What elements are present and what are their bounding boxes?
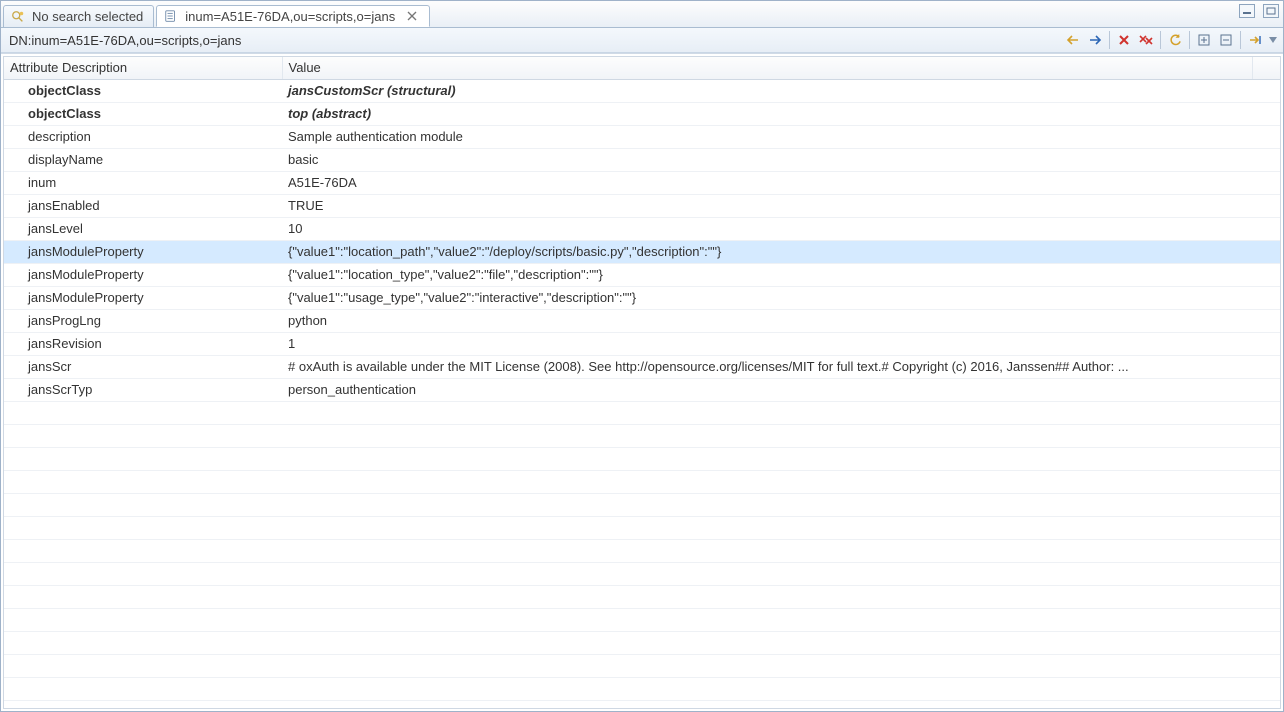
value-cell: A51E-76DA bbox=[282, 171, 1252, 194]
table-row[interactable]: objectClassjansCustomScr (structural) bbox=[4, 79, 1280, 102]
attribute-table[interactable]: Attribute Description Value objectClassj… bbox=[4, 57, 1280, 701]
value-cell: {"value1":"location_type","value2":"file… bbox=[282, 263, 1252, 286]
table-row-empty bbox=[4, 677, 1280, 700]
tabbar-window-controls bbox=[1239, 4, 1279, 18]
table-row[interactable]: displayNamebasic bbox=[4, 148, 1280, 171]
view-menu-button[interactable] bbox=[1267, 30, 1279, 50]
attr-cell: jansModuleProperty bbox=[4, 263, 282, 286]
table-row[interactable]: jansProgLngpython bbox=[4, 309, 1280, 332]
attr-cell: inum bbox=[4, 171, 282, 194]
table-row-empty bbox=[4, 654, 1280, 677]
table-row-empty bbox=[4, 608, 1280, 631]
attr-cell: displayName bbox=[4, 148, 282, 171]
attr-cell: jansRevision bbox=[4, 332, 282, 355]
value-cell: {"value1":"usage_type","value2":"interac… bbox=[282, 286, 1252, 309]
delete-all-button[interactable] bbox=[1136, 30, 1156, 50]
tab-bar: No search selected inum=A51E-76DA,ou=scr… bbox=[1, 1, 1283, 28]
attr-cell: jansScrTyp bbox=[4, 378, 282, 401]
attr-cell: jansModuleProperty bbox=[4, 240, 282, 263]
maximize-view-button[interactable] bbox=[1263, 4, 1279, 18]
tab-search-label: No search selected bbox=[32, 9, 143, 24]
toolbar-separator bbox=[1189, 31, 1190, 49]
navigate-back-button[interactable] bbox=[1063, 30, 1083, 50]
table-row[interactable]: jansRevision1 bbox=[4, 332, 1280, 355]
table-row-empty bbox=[4, 470, 1280, 493]
attr-cell: jansScr bbox=[4, 355, 282, 378]
value-cell: TRUE bbox=[282, 194, 1252, 217]
tab-entry-label: inum=A51E-76DA,ou=scripts,o=jans bbox=[185, 9, 395, 24]
value-cell: 1 bbox=[282, 332, 1252, 355]
refresh-button[interactable] bbox=[1165, 30, 1185, 50]
table-row[interactable]: jansLevel10 bbox=[4, 217, 1280, 240]
entry-tab-icon bbox=[163, 8, 179, 24]
table-row[interactable]: inumA51E-76DA bbox=[4, 171, 1280, 194]
toolbar-separator bbox=[1240, 31, 1241, 49]
table-row[interactable]: jansModuleProperty{"value1":"location_pa… bbox=[4, 240, 1280, 263]
table-row[interactable]: descriptionSample authentication module bbox=[4, 125, 1280, 148]
navigate-forward-button[interactable] bbox=[1085, 30, 1105, 50]
collapse-all-button[interactable] bbox=[1216, 30, 1236, 50]
dn-prefix: DN: bbox=[9, 33, 31, 48]
dn-value: inum=A51E-76DA,ou=scripts,o=jans bbox=[31, 33, 241, 48]
table-row[interactable]: jansScr# oxAuth is available under the M… bbox=[4, 355, 1280, 378]
table-row-empty bbox=[4, 539, 1280, 562]
table-row[interactable]: jansModuleProperty{"value1":"usage_type"… bbox=[4, 286, 1280, 309]
attr-cell: jansLevel bbox=[4, 217, 282, 240]
table-row-empty bbox=[4, 493, 1280, 516]
table-row-empty bbox=[4, 631, 1280, 654]
value-cell: person_authentication bbox=[282, 378, 1252, 401]
column-value[interactable]: Value bbox=[282, 57, 1252, 79]
table-row-empty bbox=[4, 562, 1280, 585]
table-row-empty bbox=[4, 447, 1280, 470]
tab-search[interactable]: No search selected bbox=[3, 5, 154, 27]
quick-search-button[interactable] bbox=[1245, 30, 1265, 50]
value-cell: basic bbox=[282, 148, 1252, 171]
value-cell: jansCustomScr (structural) bbox=[282, 79, 1252, 102]
attr-cell: jansModuleProperty bbox=[4, 286, 282, 309]
close-icon[interactable] bbox=[405, 9, 419, 23]
column-spacer bbox=[1252, 57, 1280, 79]
attr-cell: objectClass bbox=[4, 79, 282, 102]
attribute-table-wrap: Attribute Description Value objectClassj… bbox=[1, 53, 1283, 711]
tab-entry[interactable]: inum=A51E-76DA,ou=scripts,o=jans bbox=[156, 5, 430, 27]
editor-window: No search selected inum=A51E-76DA,ou=scr… bbox=[0, 0, 1284, 712]
table-row-empty bbox=[4, 585, 1280, 608]
table-row-empty bbox=[4, 424, 1280, 447]
column-attr[interactable]: Attribute Description bbox=[4, 57, 282, 79]
value-cell: {"value1":"location_path","value2":"/dep… bbox=[282, 240, 1252, 263]
attr-cell: description bbox=[4, 125, 282, 148]
value-cell: Sample authentication module bbox=[282, 125, 1252, 148]
search-tab-icon bbox=[10, 9, 26, 25]
minimize-view-button[interactable] bbox=[1239, 4, 1255, 18]
toolbar-separator bbox=[1160, 31, 1161, 49]
table-row[interactable]: jansEnabledTRUE bbox=[4, 194, 1280, 217]
attr-cell: objectClass bbox=[4, 102, 282, 125]
value-cell: top (abstract) bbox=[282, 102, 1252, 125]
value-cell: # oxAuth is available under the MIT Lice… bbox=[282, 355, 1252, 378]
table-header-row: Attribute Description Value bbox=[4, 57, 1280, 79]
table-row[interactable]: jansScrTypperson_authentication bbox=[4, 378, 1280, 401]
expand-all-button[interactable] bbox=[1194, 30, 1214, 50]
dn-bar: DN: inum=A51E-76DA,ou=scripts,o=jans bbox=[1, 28, 1283, 53]
table-row[interactable]: objectClasstop (abstract) bbox=[4, 102, 1280, 125]
table-row-empty bbox=[4, 516, 1280, 539]
toolbar-separator bbox=[1109, 31, 1110, 49]
value-cell: 10 bbox=[282, 217, 1252, 240]
table-row[interactable]: jansModuleProperty{"value1":"location_ty… bbox=[4, 263, 1280, 286]
attr-cell: jansProgLng bbox=[4, 309, 282, 332]
table-row-empty bbox=[4, 401, 1280, 424]
value-cell: python bbox=[282, 309, 1252, 332]
delete-button[interactable] bbox=[1114, 30, 1134, 50]
entry-toolbar bbox=[1063, 30, 1279, 50]
attr-cell: jansEnabled bbox=[4, 194, 282, 217]
